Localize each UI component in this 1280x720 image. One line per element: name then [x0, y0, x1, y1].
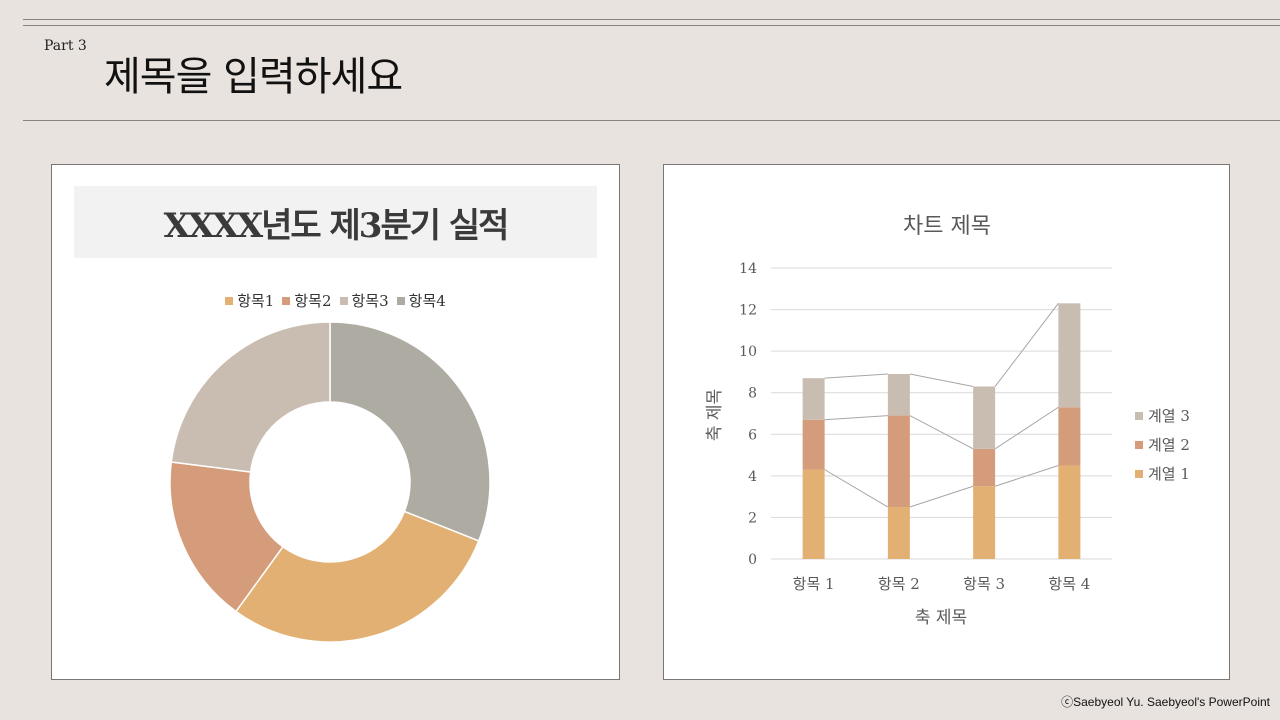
bar-segment[interactable]	[887, 374, 910, 416]
bar-segment[interactable]	[1058, 407, 1081, 466]
y-tick-label: 2	[748, 510, 757, 526]
y-tick-label: 14	[739, 261, 757, 277]
donut-chart-panel[interactable]: XXXX년도 제3분기 실적 항목1 항목2 항목3 항목4	[51, 164, 620, 680]
series-line	[824, 469, 889, 508]
legend-label[interactable]: 계열 2	[1148, 436, 1190, 454]
x-tick-label: 항목 3	[963, 575, 1005, 593]
legend-swatch	[1135, 412, 1143, 420]
bar-segment[interactable]	[973, 486, 996, 559]
part-label: Part 3	[44, 38, 87, 54]
header-top-rule-2	[23, 25, 1280, 26]
bar-segment[interactable]	[1058, 465, 1081, 559]
chart-title[interactable]: 차트 제목	[903, 214, 991, 239]
bar-segment[interactable]	[802, 378, 825, 420]
bar-segment[interactable]	[802, 469, 825, 559]
bar-segment[interactable]	[973, 386, 996, 449]
x-tick-label: 항목 1	[793, 575, 835, 593]
legend-label[interactable]: 계열 1	[1148, 465, 1190, 483]
bar-segment[interactable]	[802, 419, 825, 470]
series-line	[824, 373, 888, 379]
donut-slice[interactable]	[170, 321, 331, 473]
series-line	[994, 303, 1059, 387]
header-top-rule	[23, 19, 1280, 20]
donut-slice[interactable]	[234, 510, 480, 643]
x-axis-title[interactable]: 축 제목	[915, 608, 967, 628]
y-tick-label: 8	[748, 386, 757, 402]
series-line	[909, 415, 974, 450]
stacked-bar-chart[interactable]: 차트 제목02468101214항목 1 항목 2 항목 3 항목 4축 제목축 제목…	[664, 165, 1229, 679]
slide-title[interactable]: 제목을 입력하세요	[104, 44, 403, 102]
donut-chart[interactable]	[52, 165, 619, 679]
y-tick-label: 6	[748, 427, 757, 443]
y-axis-title[interactable]: 축 제목	[705, 389, 725, 441]
y-tick-label: 0	[748, 552, 757, 568]
bar-chart-panel[interactable]: 차트 제목 0 2 4 6 8 10 12 14 항목 1 항목 2 항목 3 항목 4축 제목 축 제목…	[663, 164, 1230, 680]
bar-segment[interactable]	[887, 507, 910, 559]
bar-segment[interactable]	[887, 415, 910, 508]
legend-label[interactable]: 계열 3	[1148, 407, 1190, 425]
bar-segment[interactable]	[973, 448, 996, 487]
x-tick-label: 항목 2	[878, 575, 920, 593]
y-tick-label: 10	[739, 344, 757, 360]
series-line	[909, 373, 974, 387]
header-bottom-rule	[23, 120, 1280, 121]
series-line	[824, 415, 888, 421]
legend-swatch	[1135, 441, 1143, 449]
bar-segment[interactable]	[1058, 303, 1081, 408]
y-tick-label: 12	[739, 303, 757, 319]
legend-swatch	[1135, 470, 1143, 478]
donut-slice[interactable]	[329, 321, 491, 542]
series-line	[994, 406, 1059, 450]
copyright-credit: ⓒSaebyeol Yu. Saebyeol's PowerPoint	[1061, 695, 1270, 709]
x-tick-label: 항목 4	[1048, 575, 1090, 593]
y-tick-label: 4	[748, 469, 757, 485]
series-line	[909, 485, 974, 508]
